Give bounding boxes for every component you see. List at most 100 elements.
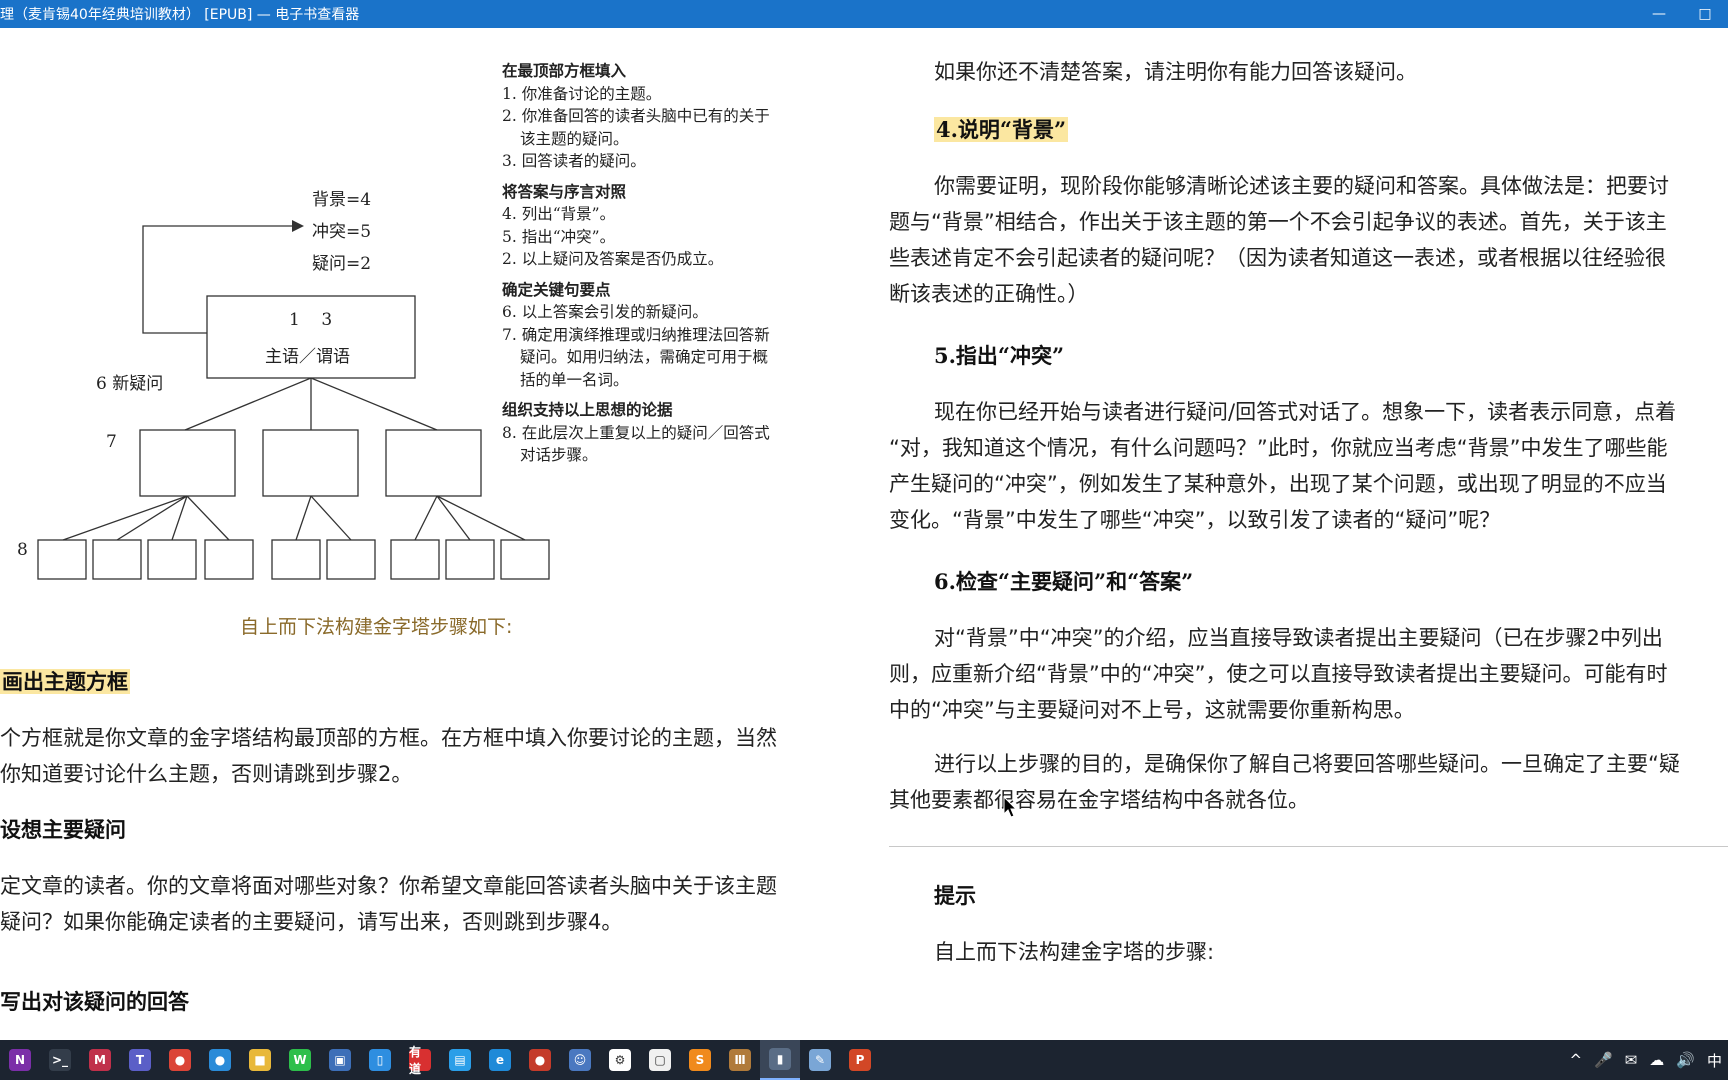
- taskbar-app-red-icon[interactable]: M: [80, 1040, 120, 1080]
- heading-step-5: 5.指出“冲突”: [934, 343, 1065, 368]
- taskbar-chrome-icon[interactable]: ●: [160, 1040, 200, 1080]
- step5-line-4: 变化。“背景”中发生了哪些“冲突”，以致引发了读者的“疑问”呢？: [889, 508, 1501, 532]
- diagram-label-7: 7: [106, 432, 117, 452]
- notes-heading: 确定关键句要点: [502, 280, 611, 299]
- notes-item: 8. 在此层次上重复以上的疑问／回答式对话步骤。: [502, 423, 770, 465]
- diagram-label-8: 8: [17, 540, 28, 560]
- file-explorer-glyph: ■: [249, 1049, 271, 1071]
- step6-line-1: 对“背景”中“冲突”的介绍，应当直接导致读者提出主要疑问（已在步骤2中列出: [934, 626, 1663, 650]
- wechat-glyph: W: [289, 1049, 311, 1071]
- ime-indicator[interactable]: 中: [1707, 1050, 1722, 1071]
- powerpoint-glyph: P: [849, 1049, 871, 1071]
- step5-line-1: 现在你已经开始与读者进行疑问/回答式对话了。想象一下，读者表示同意，点着: [934, 400, 1677, 424]
- chrome-glyph: ●: [169, 1049, 191, 1071]
- minimize-button[interactable]: —: [1636, 0, 1682, 28]
- taskbar-youdao-icon[interactable]: 有道: [400, 1040, 440, 1080]
- highlighted-heading: 4.说明“背景”: [934, 117, 1069, 142]
- taskbar-teams-icon[interactable]: T: [120, 1040, 160, 1080]
- intro-paragraph: 如果你还不清楚答案，请注明你有能力回答该疑问。: [934, 60, 1417, 84]
- window-controls: — □: [1636, 0, 1728, 28]
- section-heading-1: 画出主题方框: [0, 666, 130, 696]
- pyramid-diagram: 背景=4 冲突=5 疑问=2 1 3 主语／谓语 6 新疑问 7 8 在最顶部方…: [0, 28, 770, 588]
- right-page: 如果你还不清楚答案，请注明你有能力回答该疑问。 4.说明“背景” 你需要证明，现…: [888, 28, 1728, 1040]
- notes-item: 7. 确定用演绎推理或归纳推理法回答新疑问。如用归纳法，需确定可用于概括的单一名…: [502, 325, 770, 389]
- summary-line-2: 其他要素都很容易在金字塔结构中各就各位。: [889, 788, 1309, 812]
- diagram-label-new-question: 6 新疑问: [96, 374, 164, 394]
- app-bot-glyph: ☺: [569, 1049, 591, 1071]
- taskbar-apps: N >_ M T ● ● ■ W ▣ ▯ 有道 ▤ e ● ☺ ⚙ ▢ S Ⅲ ▮ ✎ P: [0, 1040, 880, 1080]
- taskbar-app-bot-icon[interactable]: ☺: [560, 1040, 600, 1080]
- step5-line-2: “对，我知道这个情况，有什么问题吗？”此时，你就应当考虑“背景”中发生了哪些能: [889, 436, 1668, 460]
- left-page: 背景=4 冲突=5 疑问=2 1 3 主语／谓语 6 新疑问 7 8 在最顶部方…: [0, 28, 860, 1040]
- section-heading-3: 写出对该疑问的回答: [0, 989, 189, 1014]
- section-heading-2: 设想主要疑问: [0, 817, 126, 842]
- step6-line-3: 中的“冲突”与主要疑问对不上号，这就需要你重新构思。: [889, 698, 1415, 722]
- notes-heading: 组织支持以上思想的论据: [502, 401, 673, 419]
- save-app-glyph: ▣: [329, 1049, 351, 1071]
- step4-line-3: 些表述肯定不会引起读者的疑问呢？（因为读者知道这一表述，或者根据以往经验很: [889, 246, 1666, 270]
- taskbar-phone-app-icon[interactable]: ▯: [360, 1040, 400, 1080]
- youdao-glyph: 有道: [409, 1045, 431, 1076]
- step5-line-3: 产生疑问的“冲突”，例如发生了某种意外，出现了某个问题，或出现了明显的不应当: [889, 472, 1667, 496]
- volume-icon[interactable]: 🔊: [1676, 1051, 1695, 1069]
- taskbar-save-app-icon[interactable]: ▣: [320, 1040, 360, 1080]
- taskbar-wechat-icon[interactable]: W: [280, 1040, 320, 1080]
- diagram-label-background: 背景=4: [312, 190, 372, 210]
- section2-line-2: 疑问？如果你能确定读者的主要疑问，请写出来，否则跳到步骤4。: [0, 910, 623, 934]
- taskbar-file-explorer-icon[interactable]: ■: [240, 1040, 280, 1080]
- summary-line-1: 进行以上步骤的目的，是确保你了解自己将要回答哪些疑问。一旦确定了主要“疑: [934, 752, 1680, 776]
- taskbar-edge-icon[interactable]: e: [480, 1040, 520, 1080]
- window-title: 理（麦肯锡40年经典培训教材） [EPUB] — 电子书查看器: [0, 7, 360, 23]
- step4-line-4: 断该表述的正确性。）: [889, 282, 1089, 306]
- taskbar-terminal-icon[interactable]: >_: [40, 1040, 80, 1080]
- tip-body: 自上而下法构建金字塔的步骤:: [934, 940, 1215, 964]
- notes-item: 4. 列出“背景”。: [502, 205, 616, 223]
- highlighted-heading: 画出主题方框: [0, 669, 130, 694]
- taskbar: N >_ M T ● ● ■ W ▣ ▯ 有道 ▤ e ● ☺ ⚙ ▢ S Ⅲ ▮ ✎ P ^ 🎤 ✉ ☁ 🔊 中: [0, 1040, 1728, 1080]
- outlook-icon[interactable]: ✉: [1625, 1051, 1638, 1069]
- window-titlebar[interactable]: 理（麦肯锡40年经典培训教材） [EPUB] — 电子书查看器 — □: [0, 0, 1728, 28]
- diagram-label-conflict: 冲突=5: [312, 222, 372, 242]
- microphone-icon[interactable]: 🎤: [1594, 1051, 1613, 1069]
- reader-view[interactable]: 背景=4 冲突=5 疑问=2 1 3 主语／谓语 6 新疑问 7 8 在最顶部方…: [0, 28, 1728, 1040]
- terminal-glyph: >_: [49, 1049, 71, 1071]
- app-fruit-glyph: ●: [529, 1049, 551, 1071]
- step4-line-2: 题与“背景”相结合，作出关于该主题的第一个不会引起争议的表述。首先，关于该主: [889, 210, 1667, 234]
- app-net-glyph: ⚙: [609, 1049, 631, 1071]
- app-doc-glyph: ▢: [649, 1049, 671, 1071]
- tip-divider: [889, 846, 1728, 847]
- taskbar-library-icon[interactable]: Ⅲ: [720, 1040, 760, 1080]
- network-icon[interactable]: ☁: [1649, 1051, 1664, 1069]
- phone-app-glyph: ▯: [369, 1049, 391, 1071]
- diagram-notes: 在最顶部方框填入 1. 你准备讨论的主题。 2. 你准备回答的读者头脑中已有的关…: [502, 60, 772, 467]
- notes-item: 2. 你准备回答的读者头脑中已有的关于该主题的疑问。: [502, 107, 770, 148]
- diagram-label-question: 疑问=2: [312, 254, 372, 274]
- notes-heading: 在最顶部方框填入: [502, 62, 627, 80]
- section1-line-1: 个方框就是你文章的金字塔结构最顶部的方框。在方框中填入你要讨论的主题，当然: [0, 726, 777, 750]
- pyramid-diagram-lines: [37, 220, 550, 580]
- taskbar-onenote-icon[interactable]: N: [0, 1040, 40, 1080]
- maximize-button[interactable]: □: [1682, 0, 1728, 28]
- library-glyph: Ⅲ: [729, 1049, 751, 1071]
- store-glyph: ▤: [449, 1049, 471, 1071]
- taskbar-app-doc-icon[interactable]: ▢: [640, 1040, 680, 1080]
- taskbar-store-icon[interactable]: ▤: [440, 1040, 480, 1080]
- diagram-box-text: 主语／谓语: [265, 347, 350, 367]
- tip-heading: 提示: [934, 884, 976, 908]
- step4-line-1: 你需要证明，现阶段你能够清晰论述该主要的疑问和答案。具体做法是：把要讨: [934, 174, 1669, 198]
- section2-line-1: 定文章的读者。你的文章将面对哪些对象？你希望文章能回答读者头脑中关于该主题: [0, 874, 777, 898]
- tray-chevron-icon[interactable]: ^: [1569, 1051, 1582, 1069]
- taskbar-notes-app-icon[interactable]: ✎: [800, 1040, 840, 1080]
- notes-item: 6. 以上答案会引发的新疑问。: [502, 303, 708, 321]
- notes-app-glyph: ✎: [809, 1049, 831, 1071]
- taskbar-powerpoint-icon[interactable]: P: [840, 1040, 880, 1080]
- taskbar-sublime-icon[interactable]: S: [680, 1040, 720, 1080]
- notes-item: 1. 你准备讨论的主题。: [502, 84, 662, 103]
- taskbar-app-net-icon[interactable]: ⚙: [600, 1040, 640, 1080]
- taskbar-chrome-alt-icon[interactable]: ●: [200, 1040, 240, 1080]
- taskbar-app-fruit-icon[interactable]: ●: [520, 1040, 560, 1080]
- ebook-viewer-glyph: ▮: [769, 1048, 791, 1070]
- system-tray: ^ 🎤 ✉ ☁ 🔊 中: [1563, 1040, 1728, 1080]
- taskbar-ebook-viewer-icon[interactable]: ▮: [760, 1040, 800, 1080]
- edge-glyph: e: [489, 1049, 511, 1071]
